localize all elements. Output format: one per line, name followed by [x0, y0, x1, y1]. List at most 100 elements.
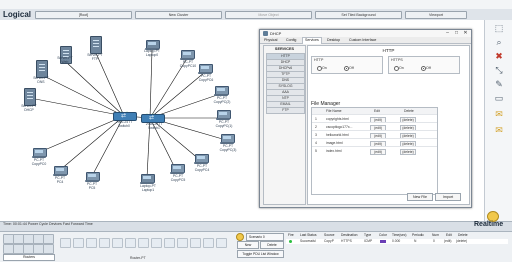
add-simple-pdu-icon[interactable]: ✉: [490, 108, 508, 120]
router-model-3[interactable]: [86, 238, 97, 248]
pdu-row[interactable]: Successful CopyP HTTPS ICMP 0.000 N 0 (e…: [286, 239, 508, 244]
import-button[interactable]: Import: [435, 193, 461, 201]
router-model-11[interactable]: [190, 238, 201, 248]
pc-copypc5-label: PC-PT CopyPC5: [170, 174, 186, 182]
scenario-icon: [236, 233, 244, 241]
new-file-button[interactable]: New File: [407, 193, 433, 201]
delete-tool-icon[interactable]: ✖: [490, 50, 508, 62]
pc-copypc3-icon[interactable]: [220, 134, 235, 144]
delete-scenario-button[interactable]: Delete: [260, 241, 284, 249]
tab-physical[interactable]: Physical: [262, 38, 279, 43]
time-readout: Time: 00:01:44 Power Cycle Devices Fast …: [3, 222, 93, 226]
toggle-pdu-list-button[interactable]: Toggle PDU List Window: [237, 250, 284, 258]
pc-copypc4-label: PC-PT CopyPC4: [194, 164, 210, 172]
pdu-list-header: Fire Last Status Source Destination Type…: [286, 233, 508, 238]
minimize-icon[interactable]: –: [443, 30, 452, 37]
server-dhcp-label: Server-PT DHCP: [21, 104, 37, 112]
tab-desktop[interactable]: Desktop: [325, 38, 342, 43]
multiuser-category-icon[interactable]: [43, 244, 54, 254]
pc-copypc1-icon[interactable]: [216, 110, 231, 120]
pc-copypc6-label: PC-PT CopyPC6: [198, 74, 214, 82]
pc-copypc5-icon[interactable]: [170, 164, 185, 174]
pdu-type: ICMP: [364, 239, 373, 243]
new-scenario-button[interactable]: New: [237, 241, 259, 249]
server-ftp-label: Server-PT FTP: [87, 53, 103, 61]
pc-copypc2-label: PC-PT CopyPC(2): [213, 96, 231, 104]
pc-copypc4-icon[interactable]: [194, 154, 209, 164]
pc-copypc10-icon[interactable]: [180, 50, 195, 60]
realtime-mode-label[interactable]: Realtime: [474, 221, 503, 228]
inspect-tool-icon[interactable]: ⌕: [490, 36, 508, 48]
col-edit: Edit: [374, 109, 380, 113]
scenario-select[interactable]: Scenario 0: [246, 233, 284, 241]
file-index: 3: [315, 133, 317, 137]
pc-pc5-icon[interactable]: [85, 172, 100, 182]
link-line: [149, 59, 187, 119]
link-line: [149, 49, 153, 119]
pdu-col-color: Color: [379, 233, 387, 237]
file-edit-button[interactable]: (edit): [370, 148, 386, 155]
file-delete-button[interactable]: (delete): [400, 148, 416, 155]
router-model-12[interactable]: [203, 238, 214, 248]
router-model-4[interactable]: [99, 238, 110, 248]
pdu-color-swatch: [380, 239, 386, 243]
switch1-label: 2960-24TT Switch1: [145, 122, 163, 130]
file-manager-table: File Name Edit Delete 1 copyrights.html …: [311, 107, 438, 195]
close-icon[interactable]: ✕: [461, 30, 470, 37]
router-model-5[interactable]: [112, 238, 123, 248]
router-model-6[interactable]: [125, 238, 136, 248]
file-row[interactable]: 5 index.html (edit) (delete): [312, 146, 437, 155]
pc-pc4-icon[interactable]: [53, 166, 68, 176]
service-ftp[interactable]: FTP: [266, 107, 305, 114]
pc-copypc3-label: PC-PT CopyPC(3): [219, 144, 237, 152]
pc-pc5-label: PC-PT PC5: [86, 182, 98, 190]
note-tool-icon[interactable]: ✎: [490, 78, 508, 90]
pdu-col-fire: Fire: [288, 233, 294, 237]
router-model-10[interactable]: [177, 238, 188, 248]
pc-copypc0-icon[interactable]: [32, 148, 47, 158]
router-model-7[interactable]: [138, 238, 149, 248]
pdu-time: 0.000: [392, 239, 401, 243]
http-label: HTTP: [314, 58, 324, 62]
col-delete: Delete: [404, 109, 414, 113]
router-model-1[interactable]: [60, 238, 71, 248]
pdu-col-destination: Destination: [341, 233, 358, 237]
tab-custom-interface[interactable]: Custom Interface: [347, 38, 378, 43]
pdu-fire-indicator[interactable]: [289, 239, 292, 243]
resize-tool-icon[interactable]: ⤡: [490, 64, 508, 76]
pdu-col-time: Time(sec): [392, 233, 407, 237]
router-model-13[interactable]: [216, 238, 227, 248]
pdu-edit-link[interactable]: (edit): [444, 239, 452, 243]
link-line: [65, 61, 125, 117]
laptop0-label: Laptop-PT Laptop0: [144, 49, 160, 57]
dhcp-server-window: DHCP – □ ✕ Physical Config Services Desk…: [259, 29, 472, 208]
http-on-label: On: [322, 65, 327, 70]
select-tool-icon[interactable]: ⬚: [490, 22, 508, 34]
selected-device-label: Router-PT: [130, 256, 146, 260]
pc-copypc1-label: PC-PT CopyPC(1): [215, 120, 233, 128]
connections-category-icon[interactable]: [43, 234, 54, 244]
tab-config[interactable]: Config: [284, 38, 298, 43]
file-name: image.html: [326, 141, 343, 145]
server-web-label: Server-PT Web: [57, 56, 73, 64]
pdu-last-status: Successful: [300, 239, 316, 243]
router-model-9[interactable]: [164, 238, 175, 248]
file-name: copyrights.html: [326, 117, 349, 121]
file-name: helloworld.html: [326, 133, 349, 137]
pdu-col-num: Num: [432, 233, 439, 237]
server-window-icon: [263, 31, 268, 36]
window-tabs: Physical Config Services Desktop Custom …: [260, 37, 471, 44]
laptop1-icon[interactable]: [140, 174, 155, 184]
pdu-num: 0: [433, 239, 435, 243]
pc-copypc6-icon[interactable]: [198, 64, 213, 74]
add-complex-pdu-icon[interactable]: ✉: [490, 124, 508, 136]
server-ftp-icon[interactable]: [90, 36, 102, 54]
pdu-delete-link[interactable]: (delete): [456, 239, 467, 243]
router-model-2[interactable]: [73, 238, 84, 248]
https-group: HTTPS On Off: [388, 56, 460, 74]
tab-services[interactable]: Services: [302, 37, 322, 44]
maximize-icon[interactable]: □: [452, 30, 461, 37]
draw-shape-tool-icon[interactable]: ▭: [490, 92, 508, 104]
router-model-8[interactable]: [151, 238, 162, 248]
pc-copypc2-icon[interactable]: [214, 86, 229, 96]
